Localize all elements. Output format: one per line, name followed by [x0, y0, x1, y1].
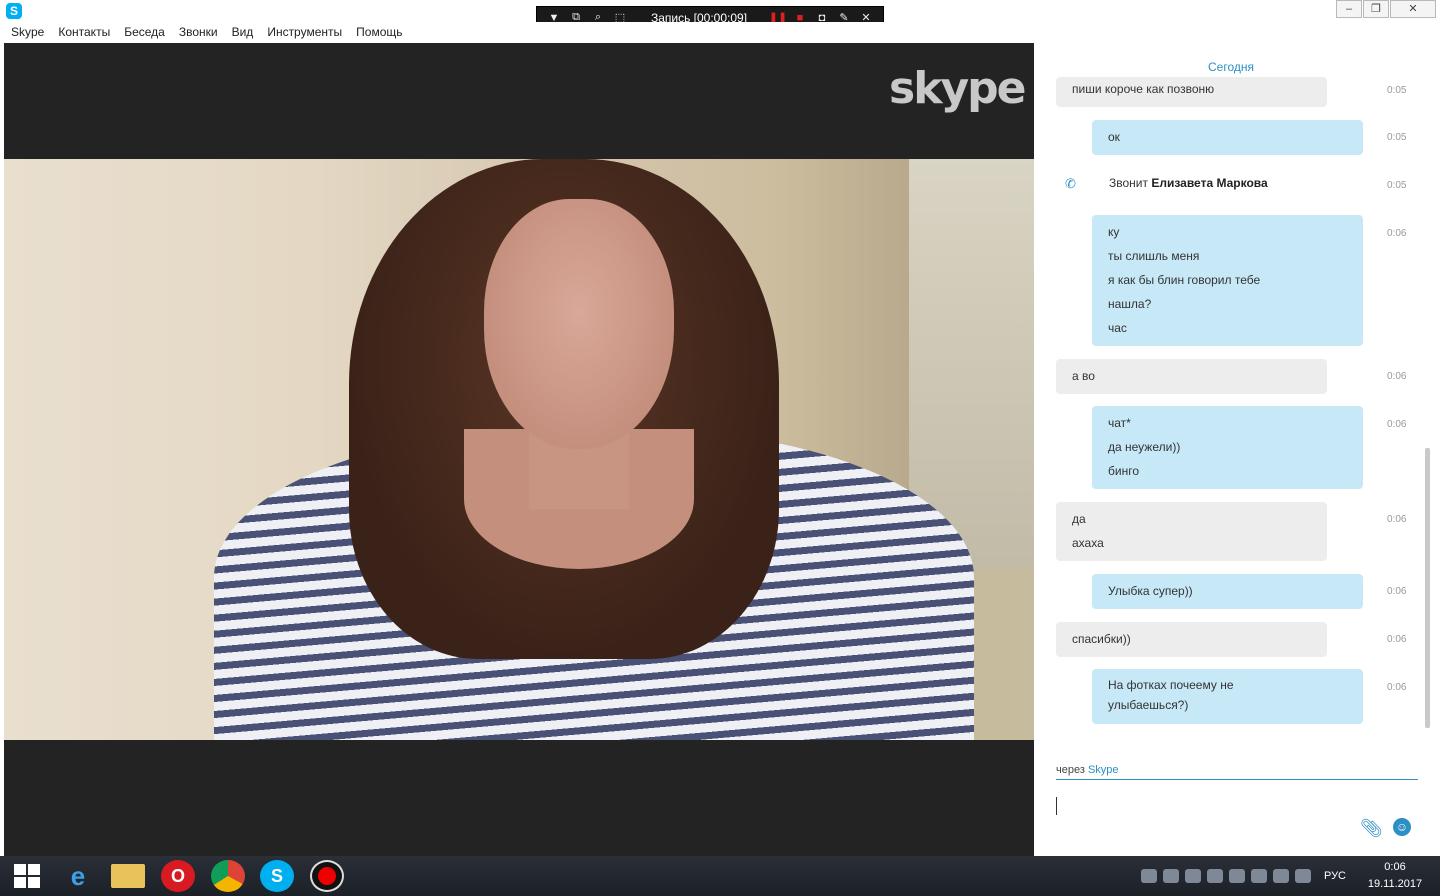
message-time: 0:05 — [1387, 85, 1407, 96]
message-text: На фотках почеему не — [1108, 678, 1234, 692]
message-text: нашла? — [1108, 297, 1152, 311]
phone-icon: ✆ — [1065, 176, 1076, 191]
chat-scrollbar[interactable] — [1425, 448, 1430, 728]
message-outgoing: Улыбка супер)) — [1092, 574, 1363, 609]
message-text: да неужели)) — [1108, 440, 1181, 454]
message-incoming: а во — [1056, 359, 1327, 394]
message-text: а во — [1072, 369, 1095, 383]
maximize-button[interactable]: ❐ — [1363, 0, 1389, 18]
message-time: 0:05 — [1387, 132, 1407, 143]
message-text: я как бы блин говорил тебе — [1108, 273, 1261, 287]
message-text: Улыбка супер)) — [1108, 584, 1193, 598]
tray-app-icon[interactable] — [1162, 869, 1179, 883]
message-time: 0:06 — [1387, 419, 1407, 430]
tools-tray-icon[interactable] — [1250, 869, 1267, 883]
message-text: бинго — [1108, 464, 1139, 478]
remote-video-feed — [4, 159, 1034, 740]
message-time: 0:06 — [1387, 514, 1407, 525]
via-service: через Skype — [1056, 764, 1119, 776]
internet-explorer-icon[interactable]: e — [61, 860, 95, 892]
opera-icon[interactable]: O — [161, 860, 195, 892]
menu-conversation[interactable]: Беседа — [124, 25, 165, 39]
minimize-button[interactable]: – — [1336, 0, 1362, 18]
caller-name: Елизавета Маркова — [1151, 176, 1268, 190]
skype-app-icon: S — [6, 3, 22, 19]
menu-calls[interactable]: Звонки — [179, 25, 218, 39]
message-time: 0:06 — [1387, 228, 1407, 239]
volume-icon[interactable] — [1294, 869, 1311, 883]
flag-icon[interactable] — [1228, 869, 1245, 883]
menu-bar: Skype Контакты Беседа Звонки Вид Инструм… — [0, 22, 1440, 42]
message-text: ок — [1108, 130, 1120, 144]
message-text: пиши короче как позвоню — [1072, 82, 1215, 96]
message-incoming: да ахаха — [1056, 502, 1327, 561]
message-outgoing: ок — [1092, 120, 1363, 155]
message-outgoing: чат* да неужели)) бинго — [1092, 406, 1363, 489]
message-text: да — [1072, 512, 1086, 526]
call-prefix: Звонит — [1109, 176, 1148, 190]
clock-time: 0:06 — [1384, 861, 1406, 873]
menu-help[interactable]: Помощь — [356, 25, 402, 39]
video-call-area[interactable]: skype — [4, 43, 1034, 856]
message-input[interactable] — [1056, 797, 1057, 815]
skype-taskbar-icon[interactable]: S — [260, 860, 294, 892]
emoticon-icon[interactable]: ☺ — [1393, 818, 1411, 836]
chat-panel: Сегодня пиши короче как позвоню 0:05 ок … — [1035, 43, 1440, 856]
message-text: улыбаешься?) — [1108, 698, 1189, 712]
message-incoming: пиши короче как позвоню — [1056, 77, 1327, 107]
skype-watermark: skype — [889, 63, 1026, 114]
incoming-call-notice: ✆ Звонит Елизавета Маркова — [1065, 176, 1268, 191]
close-button[interactable]: ✕ — [1390, 0, 1436, 18]
paperclip-icon[interactable]: 📎︎ — [1360, 818, 1383, 839]
viber-icon[interactable] — [1140, 869, 1157, 883]
message-time: 0:06 — [1387, 371, 1407, 382]
windows-taskbar: e O S РУС 0:06 19.11.2017 — [0, 856, 1440, 896]
clock-date: 19.11.2017 — [1367, 878, 1423, 890]
message-incoming: спасибки)) — [1056, 622, 1327, 657]
menu-view[interactable]: Вид — [232, 25, 254, 39]
recorder-taskbar-icon[interactable] — [310, 860, 344, 892]
file-explorer-icon[interactable] — [111, 864, 145, 888]
date-header: Сегодня — [1208, 60, 1254, 74]
message-time: 0:06 — [1387, 682, 1407, 693]
message-input-divider — [1056, 779, 1418, 780]
message-outgoing: На фотках почеему не улыбаешься?) — [1092, 669, 1363, 724]
message-time: 0:06 — [1387, 634, 1407, 645]
chrome-icon[interactable] — [211, 860, 245, 892]
via-prefix: через — [1056, 764, 1085, 776]
clock[interactable]: 0:06 19.11.2017 — [1360, 859, 1430, 893]
message-text: ахаха — [1072, 536, 1104, 550]
menu-skype[interactable]: Skype — [11, 25, 44, 39]
menu-tools[interactable]: Инструменты — [267, 25, 342, 39]
skype-tray-icon[interactable] — [1206, 869, 1223, 883]
network-icon[interactable] — [1272, 869, 1289, 883]
language-indicator[interactable]: РУС — [1324, 870, 1346, 882]
message-text: ты слишль меня — [1108, 249, 1200, 263]
message-outgoing: ку ты слишль меня я как бы блин говорил … — [1092, 215, 1363, 346]
windows-start-icon[interactable] — [14, 864, 40, 888]
message-text: чат* — [1108, 416, 1131, 430]
via-service-link[interactable]: Skype — [1088, 764, 1119, 776]
video-person-face — [484, 199, 674, 449]
message-text: ку — [1108, 225, 1120, 239]
message-time: 0:05 — [1387, 180, 1407, 191]
window-controls: – ❐ ✕ — [1335, 0, 1436, 18]
message-text: спасибки)) — [1072, 632, 1131, 646]
record-tray-icon[interactable] — [1184, 869, 1201, 883]
menu-contacts[interactable]: Контакты — [58, 25, 110, 39]
system-tray: РУС 0:06 19.11.2017 — [1138, 856, 1440, 896]
message-time: 0:06 — [1387, 586, 1407, 597]
message-text: час — [1108, 321, 1127, 335]
